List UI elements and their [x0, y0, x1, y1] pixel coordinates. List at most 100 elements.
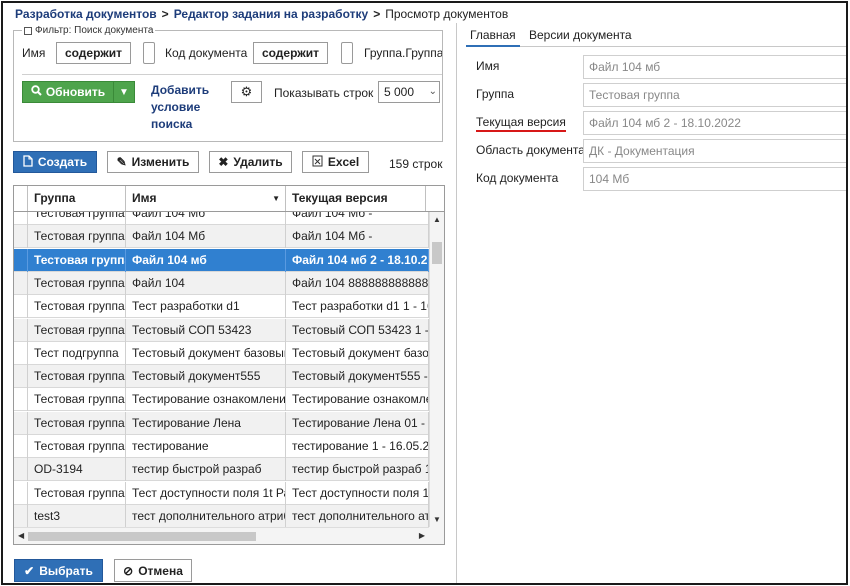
table-row[interactable]: Тестовая группа Файл 104 Файл 104 88888888… [14, 271, 429, 295]
filter-conditions-row: Имя содержит Код документа содержит Груп… [14, 40, 442, 66]
tab-document-versions[interactable]: Версии документа [525, 27, 636, 47]
detail-document-area-field[interactable]: ДК - Документация [583, 139, 846, 163]
filter-code-operator[interactable]: содержит [253, 42, 328, 64]
cell-group: Тестовая группа [28, 295, 126, 319]
table-row[interactable]: Тестовая группа Тестовый СОП 53423 Тестовы… [14, 318, 429, 342]
chevron-down-icon: ▼ [119, 86, 129, 98]
table-row[interactable]: Тестовая группа Тест доступности поля 1t … [14, 481, 429, 505]
edit-button[interactable]: ✎ Изменить [107, 151, 199, 173]
horizontal-scrollbar[interactable]: ◀ ▶ [14, 527, 429, 544]
grid-body: Тестовая группа Файл 104 Мб Файл 104 Мб -Т… [14, 212, 429, 527]
filter-legend[interactable]: Фильтр: Поиск документа [22, 25, 156, 36]
create-button[interactable]: Создать [13, 151, 97, 173]
table-row-selected[interactable]: Тестовая группа Файл 104 мб Файл 104 мб 2 … [14, 248, 429, 272]
detail-document-code-field[interactable]: 104 Мб [583, 167, 846, 191]
cell-version: тестирование 1 - 16.05.20 [286, 435, 429, 458]
cell-name: Тестовый документ555 [126, 365, 286, 389]
detail-name-field[interactable]: Файл 104 мб [583, 55, 846, 79]
choose-button[interactable]: ✔ Выбрать [14, 559, 103, 582]
breadcrumb-link-task-editor[interactable]: Редактор задания на разработку [174, 7, 369, 21]
detail-document-area-label: Область документа [476, 143, 585, 157]
cancel-button[interactable]: ⊘ Отмена [114, 559, 192, 582]
detail-group-label: Группа [476, 87, 515, 101]
excel-button[interactable]: Excel [302, 151, 369, 173]
table-row[interactable]: Тестовая группа Файл 104 Мб Файл 104 Мб - [14, 212, 429, 225]
scroll-down-icon[interactable]: ▼ [433, 515, 441, 524]
gear-icon: ⚙ [240, 84, 253, 99]
row-indicator [14, 341, 28, 365]
cell-name: Файл 104 Мб [126, 225, 286, 249]
detail-row-name: Имя Файл 104 мб [466, 55, 846, 79]
cell-group: Тест подгруппа [28, 341, 126, 365]
detail-row-group: Группа Тестовая группа [466, 83, 846, 107]
spreadsheet-icon [312, 155, 323, 170]
table-row[interactable]: Тестовая группа Тестирование Лена Тестиров… [14, 411, 429, 435]
chevron-down-icon: ⌄ [428, 86, 437, 97]
cell-name: тест дополнительного атрибу [126, 504, 286, 527]
column-header-name[interactable]: Имя ▼ [126, 186, 286, 211]
breadcrumb-separator: > [161, 7, 169, 21]
detail-current-version-field[interactable]: Файл 104 мб 2 - 18.10.2022 [583, 111, 846, 135]
breadcrumb-link-documents[interactable]: Разработка документов [15, 7, 157, 21]
filter-legend-label: Фильтр: Поиск документа [35, 25, 154, 36]
cell-version: Файл 104 Мб - [286, 225, 429, 249]
delete-button[interactable]: ✖ Удалить [209, 151, 292, 173]
show-rows-label: Показывать строк [274, 86, 374, 100]
detail-group-field[interactable]: Тестовая группа [583, 83, 846, 107]
cell-version: Тестирование Лена 01 - 1 [286, 411, 429, 435]
filter-name-operator[interactable]: содержит [56, 42, 131, 64]
filter-name-value-input[interactable] [143, 42, 155, 64]
rows-count-select[interactable]: 5 000 ⌄ [378, 81, 440, 103]
filter-toggle-checkbox[interactable] [24, 26, 32, 35]
search-icon [31, 85, 42, 99]
details-tabs: Главная Версии документа [466, 27, 846, 47]
tab-main[interactable]: Главная [466, 27, 520, 47]
filter-panel: Фильтр: Поиск документа Имя содержит Код… [13, 25, 443, 142]
scroll-right-icon[interactable]: ▶ [419, 531, 425, 540]
row-indicator [14, 365, 28, 389]
row-indicator [14, 411, 28, 435]
vertical-scrollbar[interactable]: ▲ ▼ [429, 212, 444, 527]
table-row[interactable]: Тестовая группа Тест разработки d1 Тест ра… [14, 295, 429, 319]
refresh-dropdown-toggle[interactable]: ▼ [113, 82, 134, 102]
cell-group: Тестовая группа [28, 388, 126, 412]
refresh-button-main[interactable]: Обновить [23, 82, 113, 102]
cell-version: Тестовый документ базовый [286, 341, 429, 365]
cell-version: Тестовый документ555 - [286, 365, 429, 389]
table-row[interactable]: Тестовая группа тестирование тестирование … [14, 435, 429, 458]
add-condition-link[interactable]: Добавить условие поиска [151, 82, 231, 133]
panel-splitter[interactable] [456, 23, 457, 583]
row-indicator [14, 481, 28, 505]
cell-group: test3 [28, 504, 126, 527]
column-header-version[interactable]: Текущая версия [286, 186, 426, 211]
breadcrumb-current: Просмотр документов [385, 7, 509, 21]
grid-header: Группа Имя ▼ Текущая версия [14, 186, 444, 212]
cell-name: Тестовый СОП 53423 [126, 318, 286, 342]
filter-code-value-input[interactable] [341, 42, 353, 64]
table-row[interactable]: Тестовая группа Тестирование ознакомления… [14, 388, 429, 412]
table-row[interactable]: test3 тест дополнительного атрибу тест доп… [14, 504, 429, 527]
table-row[interactable]: OD-3194 тестир быстрой разраб тестир быстр… [14, 458, 429, 482]
scroll-left-icon[interactable]: ◀ [18, 531, 24, 540]
cell-group: Тестовая группа [28, 365, 126, 389]
row-indicator [14, 248, 28, 272]
table-row[interactable]: Тестовая группа Тестовый документ555 Тесто… [14, 365, 429, 389]
column-header-group[interactable]: Группа [28, 186, 126, 211]
refresh-button[interactable]: Обновить ▼ [22, 81, 135, 103]
breadcrumb-separator: > [373, 7, 381, 21]
settings-button[interactable]: ⚙ [231, 81, 262, 103]
refresh-button-label: Обновить [45, 85, 106, 99]
scroll-up-icon[interactable]: ▲ [433, 215, 441, 224]
vertical-scroll-thumb[interactable] [432, 242, 442, 264]
pencil-icon: ✎ [116, 155, 127, 169]
rows-count-text: 159 строк [389, 157, 443, 171]
cancel-button-label: Отмена [138, 563, 183, 578]
cell-group: Тестовая группа [28, 225, 126, 249]
cell-name: Тестирование ознакомления [126, 388, 286, 412]
table-row[interactable]: Тест подгруппа Тестовый документ базовый Т… [14, 341, 429, 365]
cell-group: Тестовая группа [28, 318, 126, 342]
row-indicator [14, 271, 28, 295]
cell-name: Файл 104 Мб [126, 212, 286, 225]
table-row[interactable]: Тестовая группа Файл 104 Мб Файл 104 Мб - [14, 225, 429, 249]
horizontal-scroll-thumb[interactable] [28, 532, 256, 541]
